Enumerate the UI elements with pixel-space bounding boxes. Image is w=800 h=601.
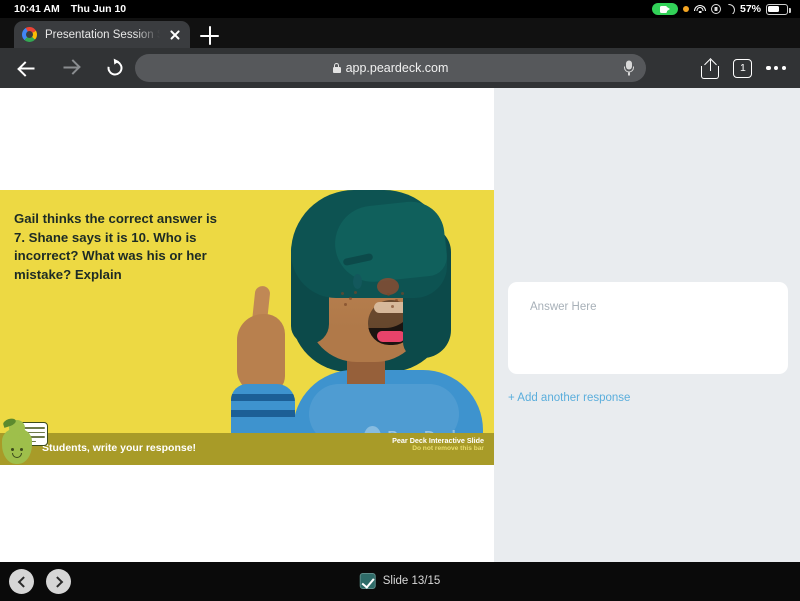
status-bar-right: 57%: [651, 3, 792, 15]
close-icon[interactable]: [168, 28, 182, 42]
slide-counter-label: Slide 13/15: [382, 575, 441, 587]
student-illustration: [231, 190, 494, 450]
slide-status: Slide 13/15: [359, 573, 441, 589]
tab-count-button[interactable]: 1: [733, 58, 753, 78]
page-body: Gail thinks the correct answer is 7. Sha…: [0, 88, 800, 562]
more-options-icon[interactable]: [766, 65, 786, 71]
response-panel: Answer Here + Add another response: [497, 88, 800, 562]
slide-navigation-bar: Slide 13/15: [0, 562, 800, 601]
status-time: 10:41 AM: [14, 3, 60, 15]
new-tab-button[interactable]: [200, 26, 219, 45]
back-arrow-icon[interactable]: [12, 53, 42, 83]
answer-input[interactable]: Answer Here: [508, 282, 788, 374]
forward-arrow-icon[interactable]: [56, 53, 86, 83]
status-date: Thu Jun 10: [70, 3, 127, 15]
bar-prompt-text: Students, write your response!: [42, 442, 197, 454]
next-slide-button[interactable]: [46, 569, 71, 594]
pear-mascot-icon: [2, 417, 48, 465]
bar-brand: Pear Deck Interactive Slide Do not remov…: [392, 436, 484, 453]
microphone-icon[interactable]: [624, 60, 634, 76]
add-another-response-link[interactable]: + Add another response: [508, 392, 630, 404]
do-not-disturb-icon: [710, 4, 721, 14]
screen-recording-pill-icon: [651, 3, 678, 15]
presentation-slide: Gail thinks the correct answer is 7. Sha…: [0, 190, 494, 465]
slide-answered-checkbox[interactable]: [359, 573, 376, 589]
battery-percent-label: 57%: [739, 3, 761, 15]
bar-brand-line1: Pear Deck Interactive Slide: [392, 436, 484, 445]
browser-tab[interactable]: Presentation Session Stu: [14, 21, 190, 48]
toolbar-actions: 1: [701, 58, 800, 79]
answer-placeholder: Answer Here: [530, 301, 597, 313]
orange-privacy-dot-icon: [682, 6, 689, 12]
tablet-screen: 10:41 AM Thu Jun 10 57% Presentation Ses…: [0, 0, 800, 601]
tab-strip: Presentation Session Stu: [0, 18, 800, 48]
address-bar[interactable]: app.peardeck.com: [135, 54, 646, 82]
url-text: app.peardeck.com: [345, 61, 449, 75]
slide-viewport: Gail thinks the correct answer is 7. Sha…: [0, 88, 494, 562]
reload-icon[interactable]: [100, 53, 130, 83]
pear-deck-bar: Students, write your response! Pear Deck…: [0, 433, 494, 465]
google-favicon-icon: [22, 27, 37, 42]
status-bar-left: 10:41 AM Thu Jun 10: [8, 3, 126, 15]
browser-toolbar: app.peardeck.com 1: [0, 48, 800, 88]
previous-slide-button[interactable]: [9, 569, 34, 594]
moon-icon: [725, 4, 735, 14]
battery-icon: [766, 3, 791, 15]
tab-title: Presentation Session Stu: [45, 28, 160, 41]
bar-brand-line2: Do not remove this bar: [412, 445, 484, 452]
lock-icon: [332, 63, 341, 73]
wifi-icon: [693, 4, 706, 14]
share-icon[interactable]: [701, 58, 720, 79]
slide-question-text: Gail thinks the correct answer is 7. Sha…: [14, 211, 218, 283]
status-bar: 10:41 AM Thu Jun 10 57%: [0, 0, 800, 18]
